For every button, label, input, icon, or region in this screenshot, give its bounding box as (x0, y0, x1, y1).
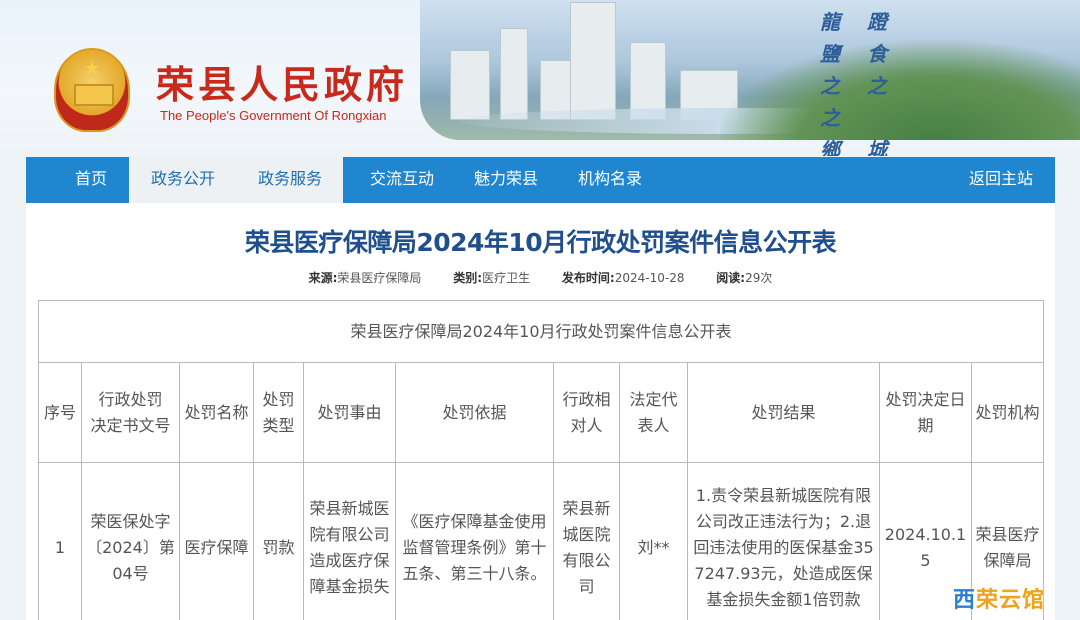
nav-interaction[interactable]: 交流互动 (348, 157, 456, 203)
table-cell: 1.责令荣县新城医院有限公司改正违法行为；2.退回违法使用的医保基金357247… (687, 462, 880, 620)
watermark-part: 荣云馆 (975, 588, 1045, 613)
article-title: 荣县医疗保障局2024年10月行政处罚案件信息公开表 (244, 228, 837, 257)
article-panel: 荣县医疗保障局2024年10月行政处罚案件信息公开表 来源:荣县医疗保障局 类别… (26, 203, 1055, 620)
table-header-cell: 法定代表人 (619, 362, 688, 463)
table-header-cell: 处罚事由 (303, 362, 396, 463)
table-caption: 荣县医疗保障局2024年10月行政处罚案件信息公开表 (38, 300, 1044, 363)
table-header-cell: 处罚机构 (971, 362, 1044, 463)
meta-category: 类别:医疗卫生 (453, 269, 530, 286)
nav-charm-rongxian[interactable]: 魅力荣县 (456, 157, 556, 203)
national-emblem-icon: ★ (54, 48, 130, 132)
meta-views-label: 阅读: (716, 271, 746, 285)
table-cell: 《医疗保障基金使用监督管理条例》第十五条、第三十八条。 (395, 462, 554, 620)
table-cell: 医疗保障 (179, 462, 254, 620)
gate-icon (74, 84, 114, 106)
table-header-cell: 处罚依据 (395, 362, 554, 463)
table-cell: 荣医保处字〔2024〕第04号 (81, 462, 180, 620)
site-banner: ★ 荣县人民政府 The People's Government Of Rong… (0, 0, 1080, 156)
table-cell: 1 (38, 462, 82, 620)
meta-category-label: 类别: (453, 271, 483, 285)
nav-home[interactable]: 首页 (50, 157, 132, 203)
table-cell: 荣县新城医院有限公司造成医疗保障基金损失 (303, 462, 396, 620)
table-row: 1 荣医保处字〔2024〕第04号 医疗保障 罚款 荣县新城医院有限公司造成医疗… (38, 462, 1044, 620)
penalty-table: 荣县医疗保障局2024年10月行政处罚案件信息公开表 序号 行政处罚 决定书文号… (38, 300, 1044, 620)
meta-date: 发布时间:2024-10-28 (562, 269, 685, 286)
calligraphy-text: 龍 蹬 鹽 食 之 之 之 鄉 城 都 府 (820, 6, 940, 156)
meta-views: 阅读:29次 (716, 269, 772, 286)
table-header-cell: 行政处罚 决定书文号 (81, 362, 195, 463)
main-nav: 首页 政务公开 政务服务 交流互动 魅力荣县 机构名录 返回主站 (26, 157, 1055, 203)
meta-source-value: 荣县医疗保障局 (337, 271, 422, 285)
table-header-cell: 处罚结果 (687, 362, 880, 463)
nav-government-services[interactable]: 政务服务 (237, 157, 343, 203)
building (500, 28, 528, 120)
article-meta: 来源:荣县医疗保障局 类别:医疗卫生 发布时间:2024-10-28 阅读:29… (26, 269, 1055, 286)
calligraphy-line: 龍 蹬 鹽 食 (820, 10, 897, 66)
meta-views-value: 29次 (745, 271, 773, 285)
table-header-cell: 处罚名称 (179, 362, 254, 463)
meta-category-value: 医疗卫生 (482, 271, 531, 285)
watermark-part: 西 (952, 588, 976, 613)
table-header-cell: 序号 (38, 362, 82, 463)
table-cell: 罚款 (253, 462, 304, 620)
table-cell: 荣县新城医院有限公司 (553, 462, 620, 620)
star-icon: ★ (84, 58, 101, 79)
return-main-site-link[interactable]: 返回主站 (956, 157, 1046, 203)
meta-source-label: 来源: (308, 271, 338, 285)
building (450, 50, 490, 120)
building (570, 2, 616, 120)
calligraphy-line: 鄉 城 都 府 (820, 138, 897, 156)
nav-directory[interactable]: 机构名录 (558, 157, 662, 203)
meta-source: 来源:荣县医疗保障局 (309, 269, 422, 286)
site-title: 荣县人民政府 (156, 62, 409, 107)
site-subtitle: The People's Government Of Rongxian (160, 108, 387, 123)
calligraphy-line: 之 之 之 (820, 74, 897, 130)
table-header-cell: 处罚决定日期 (879, 362, 972, 463)
table-header-cell: 处罚类型 (253, 362, 304, 463)
watermark-logo: 西荣云馆 (953, 582, 1045, 614)
table-header-row: 序号 行政处罚 决定书文号 处罚名称 处罚类型 处罚事由 处罚依据 行政相对人 … (38, 362, 1044, 463)
nav-government-affairs[interactable]: 政务公开 (129, 157, 237, 203)
table-cell: 刘** (619, 462, 688, 620)
meta-date-value: 2024-10-28 (614, 271, 685, 285)
meta-date-label: 发布时间: (561, 271, 615, 285)
table-header-cell: 行政相对人 (553, 362, 620, 463)
cityscape-image (420, 0, 1080, 140)
